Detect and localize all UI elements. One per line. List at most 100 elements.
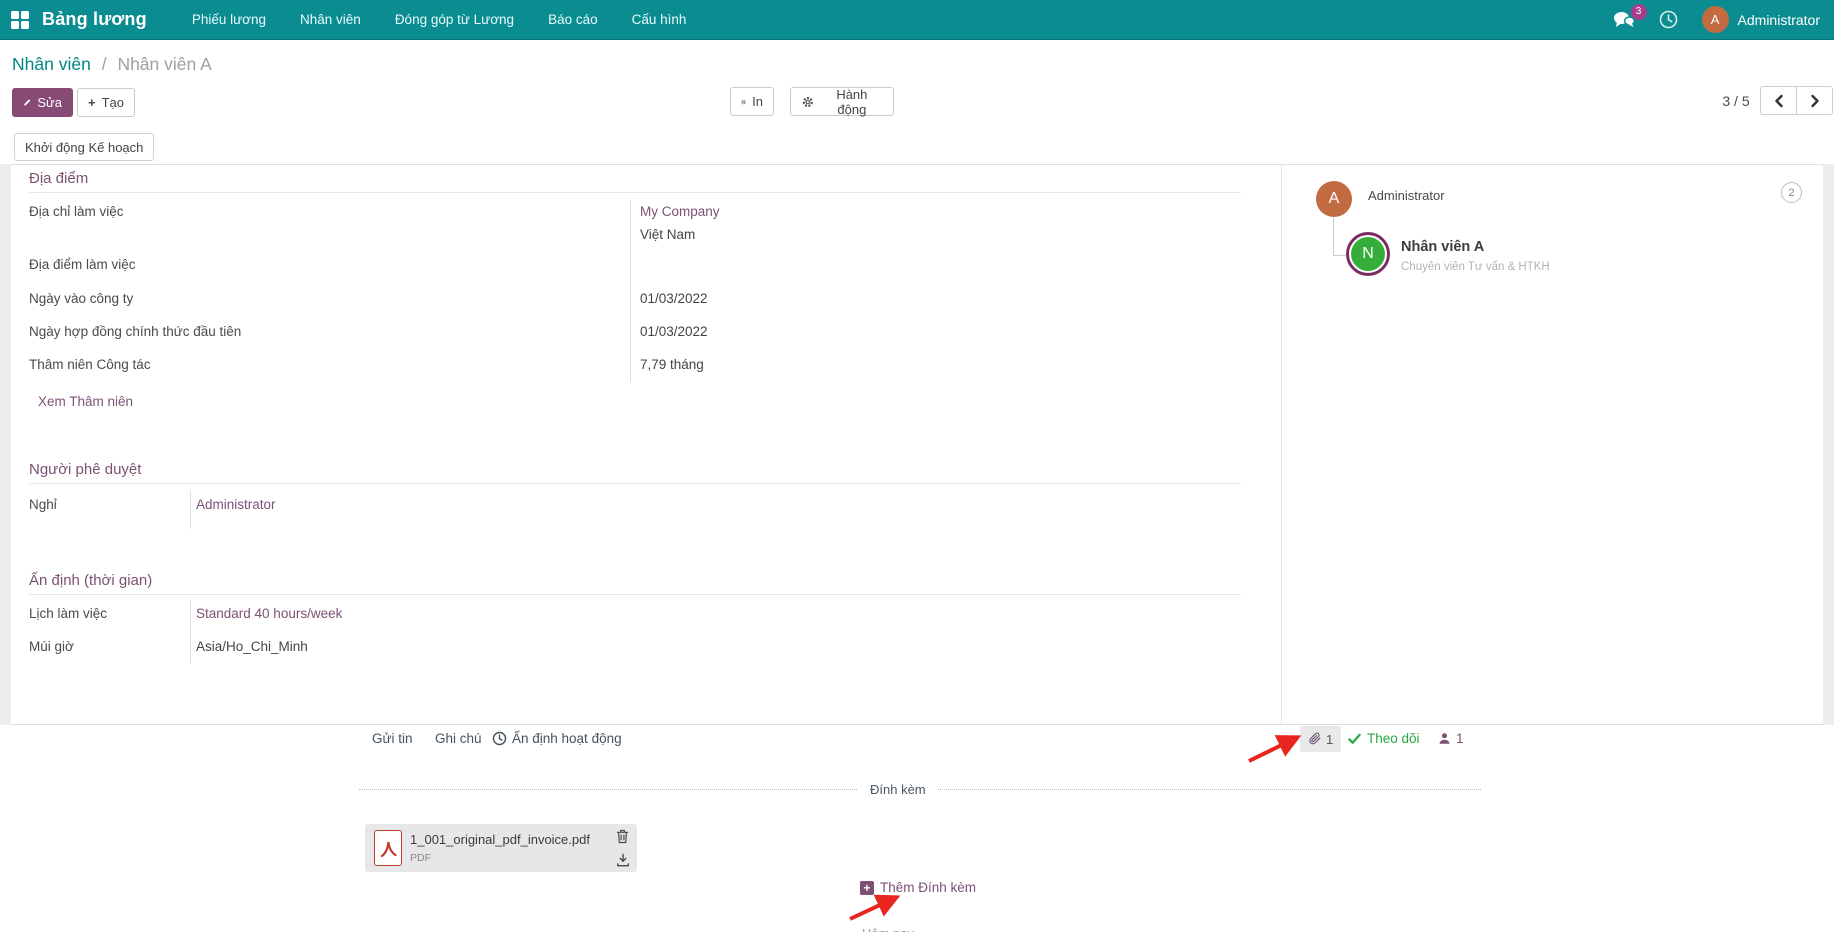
field-separator xyxy=(630,200,631,382)
app-title[interactable]: Bảng lương xyxy=(42,9,147,30)
field-label-seniority: Thâm niên Công tác xyxy=(29,357,151,372)
edit-button[interactable]: Sửa xyxy=(12,88,73,117)
panel-divider xyxy=(1281,164,1282,725)
attachments-button[interactable]: 1 xyxy=(1300,726,1341,752)
gear-icon xyxy=(801,95,815,109)
grid-square xyxy=(21,21,29,29)
attachments-count: 1 xyxy=(1326,732,1333,747)
field-value-working-schedule[interactable]: Standard 40 hours/week xyxy=(196,606,342,621)
menu-item-nhan-vien[interactable]: Nhân viên xyxy=(285,2,376,37)
field-value-leave-approver[interactable]: Administrator xyxy=(196,497,276,512)
action-label: Hành động xyxy=(821,87,883,117)
download-icon xyxy=(616,853,630,867)
section-title-location: Địa điểm xyxy=(29,170,88,187)
field-separator xyxy=(190,491,191,529)
attachment-card[interactable]: 1_001_original_pdf_invoice.pdf PDF xyxy=(365,824,637,872)
menu-item-dong-gop-tu-luong[interactable]: Đóng góp từ Lương xyxy=(380,2,529,37)
section-title-approver: Người phê duyệt xyxy=(29,461,141,478)
field-value-timezone: Asia/Ho_Chi_Minh xyxy=(196,639,308,654)
download-attachment-button[interactable] xyxy=(616,853,630,867)
action-button[interactable]: Hành động xyxy=(790,87,894,116)
user-avatar: A xyxy=(1702,6,1729,33)
employee-avatar[interactable]: N xyxy=(1346,232,1390,276)
chevron-right-icon xyxy=(1809,94,1821,108)
followers-button[interactable]: 1 xyxy=(1438,731,1464,746)
chevron-left-icon xyxy=(1773,94,1785,108)
pager-next-button[interactable] xyxy=(1796,86,1833,115)
delete-attachment-button[interactable] xyxy=(616,829,629,844)
top-menu: Phiếu lương Nhân viên Đóng góp từ Lương … xyxy=(177,2,702,37)
breadcrumb: Nhân viên / Nhân viên A xyxy=(12,54,212,75)
check-icon xyxy=(1348,733,1361,745)
field-value-join-date: 01/03/2022 xyxy=(640,291,708,306)
grid-square xyxy=(11,11,19,19)
launch-plan-button[interactable]: Khởi động Kế hoạch xyxy=(14,133,154,161)
employee-avatar-initial: N xyxy=(1351,237,1385,271)
hierarchy-count-badge[interactable]: 2 xyxy=(1781,182,1802,203)
section-rule xyxy=(29,192,1241,193)
field-value-seniority: 7,79 tháng xyxy=(640,357,704,372)
user-name: Administrator xyxy=(1738,12,1820,28)
plus-icon: + xyxy=(88,95,96,110)
section-rule xyxy=(29,483,1241,484)
topbar: Bảng lương Phiếu lương Nhân viên Đóng gó… xyxy=(0,0,1834,40)
pencil-icon xyxy=(23,96,31,109)
attachments-separator-label: Đính kèm xyxy=(858,782,938,797)
user-menu[interactable]: A Administrator xyxy=(1702,6,1820,33)
menu-item-bao-cao[interactable]: Báo cáo xyxy=(533,2,613,37)
printer-icon xyxy=(741,95,746,109)
field-label-work-location: Địa điểm làm việc xyxy=(29,257,136,272)
field-label-work-address: Địa chỉ làm việc xyxy=(29,204,124,219)
followers-count: 1 xyxy=(1456,731,1464,746)
field-value-first-contract-date: 01/03/2022 xyxy=(640,324,708,339)
breadcrumb-parent[interactable]: Nhân viên xyxy=(12,54,91,74)
menu-item-phieu-luong[interactable]: Phiếu lương xyxy=(177,2,281,37)
plus-square-icon: + xyxy=(860,881,874,895)
employee-role: Chuyên viên Tư vấn & HTKH xyxy=(1401,261,1550,273)
person-icon xyxy=(1438,732,1451,745)
grid-square xyxy=(11,21,19,29)
breadcrumb-current: Nhân viên A xyxy=(117,54,211,74)
log-note-button[interactable]: Ghi chú xyxy=(435,731,482,746)
field-value-work-address[interactable]: My Company xyxy=(640,204,720,219)
pager-previous-button[interactable] xyxy=(1760,86,1797,115)
section-rule xyxy=(29,594,1241,595)
follow-label: Theo dõi xyxy=(1367,731,1420,746)
topbar-right: 3 A Administrator xyxy=(1613,6,1834,33)
apps-menu-icon[interactable] xyxy=(11,11,28,28)
add-attachment-button[interactable]: + Thêm Đính kèm xyxy=(860,880,976,895)
add-attachment-label: Thêm Đính kèm xyxy=(880,880,976,895)
messages-button[interactable]: 3 xyxy=(1613,11,1635,29)
breadcrumb-separator: / xyxy=(102,54,107,74)
pdf-logo-glyph xyxy=(378,835,398,861)
pdf-file-icon xyxy=(374,830,402,866)
hierarchy-connector xyxy=(1333,255,1346,256)
grid-square xyxy=(21,11,29,19)
field-separator xyxy=(190,600,191,664)
send-message-button[interactable]: Gửi tin xyxy=(372,731,413,746)
print-button[interactable]: In xyxy=(730,87,774,116)
trash-icon xyxy=(616,829,629,844)
field-label-leave-approver: Nghỉ xyxy=(29,497,57,512)
schedule-activity-button[interactable]: Ấn định hoạt động xyxy=(492,731,622,746)
clipped-bottom-text: Hôm nay xyxy=(862,926,1012,932)
sheet-left-gutter xyxy=(0,164,11,725)
field-label-join-date: Ngày vào công ty xyxy=(29,291,133,306)
follow-button[interactable]: Theo dõi xyxy=(1348,731,1420,746)
messages-badge: 3 xyxy=(1631,4,1647,20)
field-label-timezone: Múi giờ xyxy=(29,639,74,654)
view-seniority-button[interactable]: Xem Thâm niên xyxy=(38,394,133,409)
create-button[interactable]: + Tạo xyxy=(77,88,135,117)
employee-name[interactable]: Nhân viên A xyxy=(1401,239,1484,255)
activities-button[interactable] xyxy=(1659,10,1678,29)
attachment-filename[interactable]: 1_001_original_pdf_invoice.pdf xyxy=(410,832,590,847)
clock-icon xyxy=(1659,10,1678,29)
clock-icon xyxy=(492,731,507,746)
hierarchy-connector xyxy=(1333,218,1334,255)
print-label: In xyxy=(752,94,763,109)
menu-item-cau-hinh[interactable]: Cấu hình xyxy=(617,2,702,37)
sheet-right-gutter xyxy=(1823,164,1834,725)
field-label-first-contract-date: Ngày hợp đồng chính thức đầu tiên xyxy=(29,324,241,339)
manager-name: Administrator xyxy=(1368,188,1445,203)
manager-avatar[interactable]: A xyxy=(1316,181,1352,217)
